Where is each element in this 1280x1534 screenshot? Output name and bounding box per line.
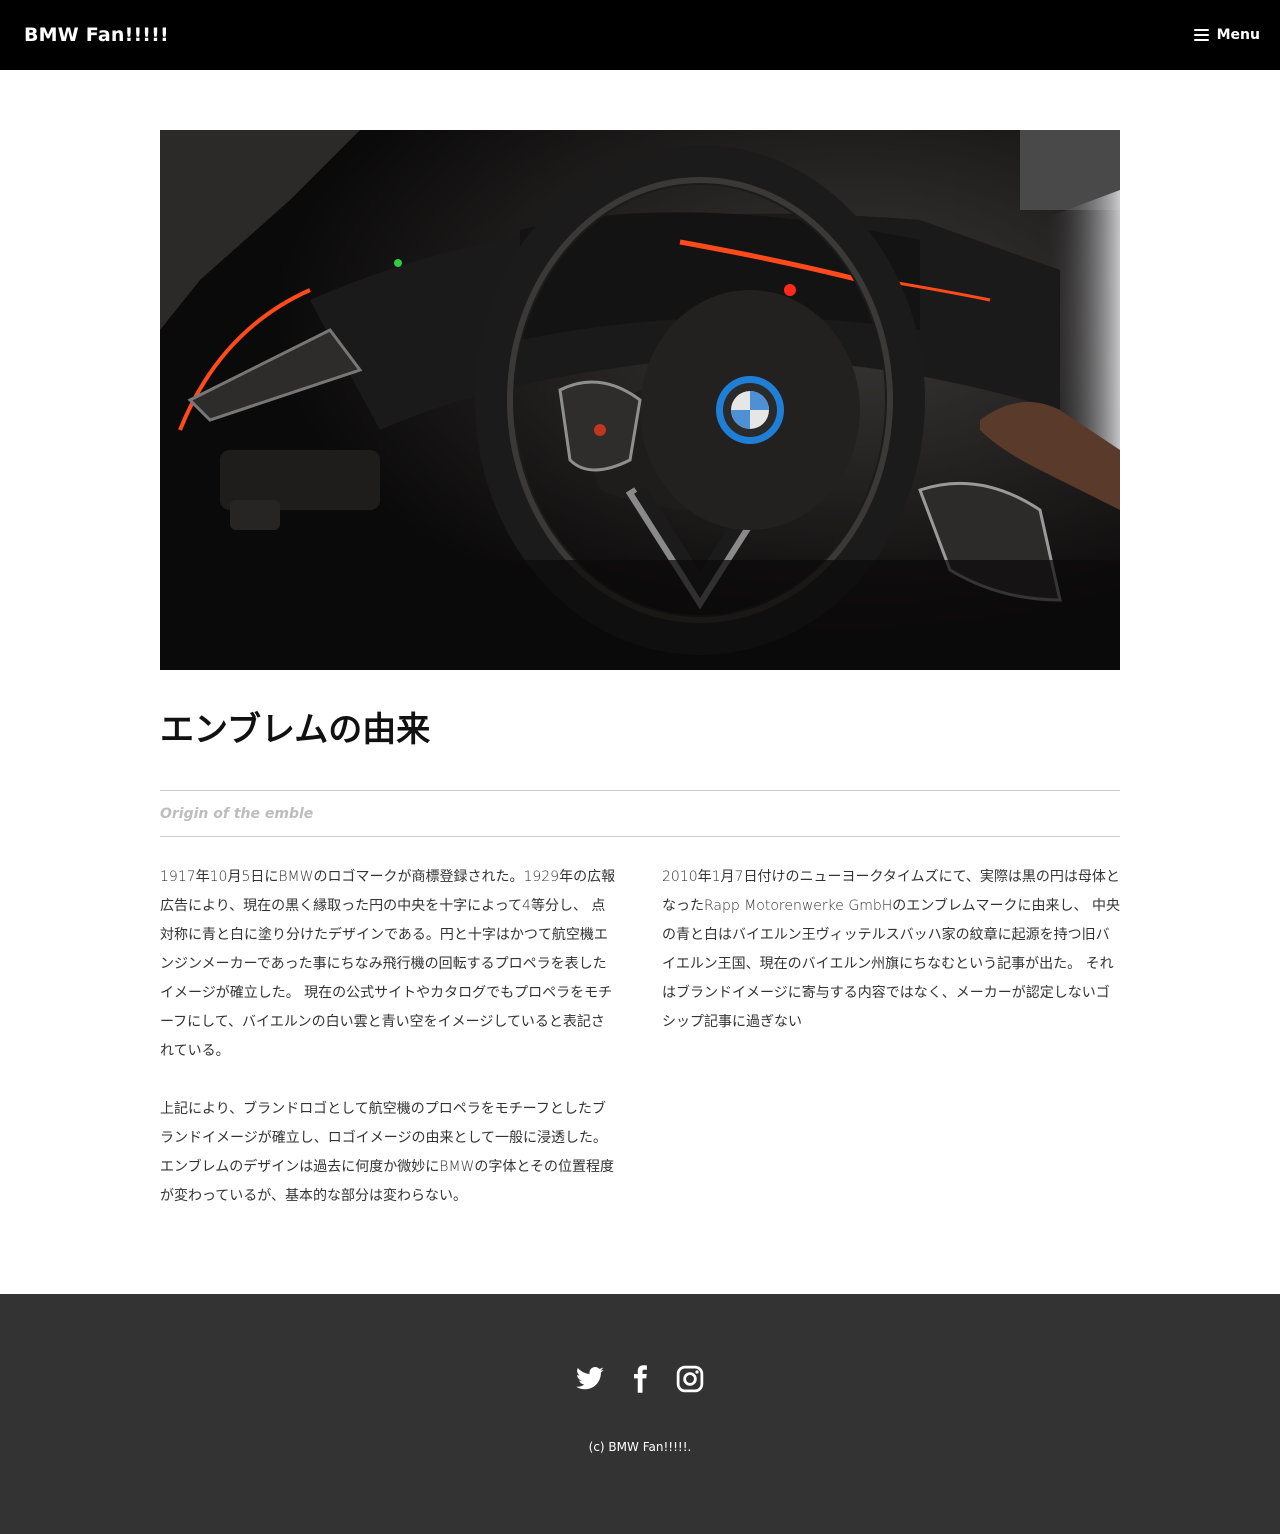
- instagram-icon[interactable]: [675, 1364, 705, 1394]
- social-links: [0, 1364, 1280, 1394]
- subtitle-bottom-divider: [160, 836, 1120, 837]
- right-column: 2010年1月7日付けのニューヨークタイムズにて、実際は黒の円は母体となったRa…: [662, 863, 1120, 1240]
- article-subtitle: Origin of the emble: [160, 806, 314, 822]
- site-title-link[interactable]: BMW Fan!!!!!: [24, 24, 169, 46]
- copyright-text: (c) BMW Fan!!!!!.: [588, 1440, 692, 1454]
- facebook-icon[interactable]: [625, 1364, 655, 1394]
- main-content: エンブレムの由来 Origin of the emble 1917年10月5日に…: [160, 70, 1120, 1240]
- site-footer: (c) BMW Fan!!!!!.: [0, 1294, 1280, 1534]
- paragraph: 2010年1月7日付けのニューヨークタイムズにて、実際は黒の円は母体となったRa…: [662, 869, 1120, 1030]
- hamburger-icon: [1193, 29, 1209, 41]
- article-columns: 1917年10月5日にBMWのロゴマークが商標登録された。1929年の広報広告に…: [160, 863, 1120, 1240]
- site-header: BMW Fan!!!!! Menu: [0, 0, 1280, 70]
- menu-toggle-button[interactable]: Menu: [1193, 27, 1260, 43]
- paragraph: 上記により、ブランドロゴとして航空機のプロペラをモチーフとしたブランドイメージが…: [160, 1101, 614, 1204]
- twitter-icon[interactable]: [575, 1364, 605, 1394]
- hero-image: [160, 130, 1120, 670]
- left-column: 1917年10月5日にBMWのロゴマークが商標登録された。1929年の広報広告に…: [160, 863, 618, 1240]
- article-title: エンブレムの由来: [160, 710, 431, 750]
- paragraph: 1917年10月5日にBMWのロゴマークが商標登録された。1929年の広報広告に…: [160, 869, 616, 1059]
- menu-label: Menu: [1216, 27, 1260, 43]
